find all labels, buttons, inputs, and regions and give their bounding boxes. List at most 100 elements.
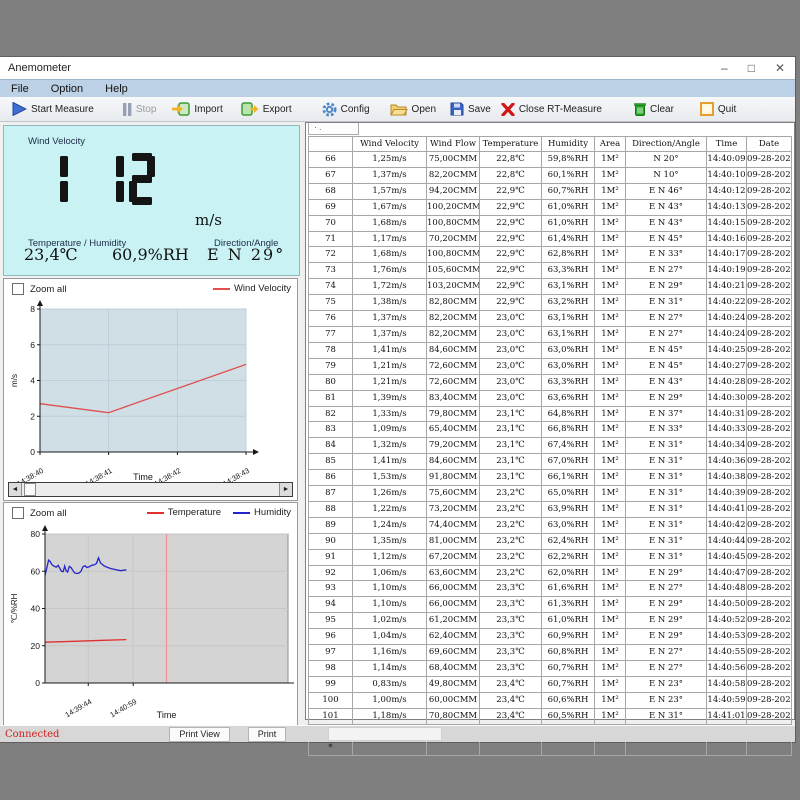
table-cell[interactable]: 1M² [595,708,626,724]
table-cell[interactable]: 23,3℃ [480,645,542,661]
table-cell[interactable] [542,740,595,756]
table-cell[interactable]: E N 29° [626,597,707,613]
table-panel-tab[interactable]: ·. [308,123,359,135]
table-cell[interactable]: 1M² [595,167,626,183]
row-header[interactable]: 81 [309,390,353,406]
new-row-marker[interactable]: * [309,740,353,756]
table-cell[interactable]: 1,04m/s [353,629,427,645]
table-cell[interactable]: 09-28-2021 [747,661,792,677]
row-header[interactable]: 87 [309,486,353,502]
table-cell[interactable]: 14:40:42 [707,517,747,533]
table-cell[interactable]: E N 31° [626,438,707,454]
table-cell[interactable]: 1,67m/s [353,199,427,215]
table-cell[interactable]: 1,09m/s [353,422,427,438]
table-cell[interactable]: 14:40:17 [707,247,747,263]
table-cell[interactable]: 23,1℃ [480,438,542,454]
table-cell[interactable]: 23,1℃ [480,406,542,422]
table-cell[interactable]: 14:40:24 [707,326,747,342]
table-cell[interactable]: 1,14m/s [353,661,427,677]
export-button[interactable]: Export [241,102,292,116]
table-cell[interactable]: 14:40:28 [707,374,747,390]
table-cell[interactable]: 63,1%RH [542,311,595,327]
table-cell[interactable]: 100,20CMM [427,199,480,215]
table-cell[interactable]: 22,8℃ [480,167,542,183]
table-cell[interactable]: 22,9℃ [480,279,542,295]
table-cell[interactable]: E N 31° [626,470,707,486]
table-cell[interactable]: E N 45° [626,231,707,247]
table-cell[interactable]: 82,20CMM [427,326,480,342]
row-header[interactable]: 72 [309,247,353,263]
table-cell[interactable]: 60,8%RH [542,645,595,661]
table-cell[interactable]: 14:40:38 [707,470,747,486]
menu-item-option[interactable]: Option [40,83,94,95]
table-cell[interactable]: 70,20CMM [427,231,480,247]
table-cell[interactable]: 14:41:01 [707,708,747,724]
table-cell[interactable]: 09-28-2021 [747,342,792,358]
quit-button[interactable]: Quit [700,102,736,116]
row-header[interactable]: 68 [309,183,353,199]
table-cell[interactable]: 1,21m/s [353,358,427,374]
table-cell[interactable]: 1,10m/s [353,581,427,597]
table-cell[interactable]: 62,40CMM [427,629,480,645]
table-cell[interactable]: 09-28-2021 [747,326,792,342]
table-cell[interactable] [595,740,626,756]
table-cell[interactable]: 65,0%RH [542,486,595,502]
table-cell[interactable]: 66,1%RH [542,470,595,486]
table-cell[interactable]: 09-28-2021 [747,167,792,183]
table-cell[interactable]: 1M² [595,692,626,708]
table-cell[interactable]: 1M² [595,454,626,470]
table-cell[interactable]: 23,0℃ [480,326,542,342]
table-cell[interactable]: 22,9℃ [480,295,542,311]
table-cell[interactable]: 1,21m/s [353,374,427,390]
table-cell[interactable]: 1M² [595,581,626,597]
table-cell[interactable]: 1,68m/s [353,215,427,231]
table-cell[interactable]: 23,1℃ [480,470,542,486]
table-cell[interactable]: 23,2℃ [480,565,542,581]
table-cell[interactable]: E N 27° [626,311,707,327]
table-cell[interactable]: 1M² [595,279,626,295]
table-cell[interactable]: 1M² [595,549,626,565]
table-cell[interactable]: 60,00CMM [427,692,480,708]
column-header[interactable]: Wind Velocity [353,137,427,152]
row-header[interactable]: 95 [309,613,353,629]
table-cell[interactable]: 64,8%RH [542,406,595,422]
column-header[interactable]: Temperature [480,137,542,152]
table-cell[interactable]: 14:40:12 [707,183,747,199]
table-cell[interactable]: 66,00CMM [427,597,480,613]
row-header[interactable]: 79 [309,358,353,374]
table-cell[interactable]: 105,60CMM [427,263,480,279]
table-cell[interactable]: 1,16m/s [353,645,427,661]
table-cell[interactable]: 1M² [595,565,626,581]
table-cell[interactable]: 09-28-2021 [747,152,792,168]
table-cell[interactable]: 23,0℃ [480,342,542,358]
table-cell[interactable]: 59,8%RH [542,152,595,168]
table-cell[interactable]: 63,0%RH [542,342,595,358]
table-cell[interactable]: 75,00CMM [427,152,480,168]
row-header[interactable]: 73 [309,263,353,279]
config-button[interactable]: Config [322,102,370,117]
table-cell[interactable]: 1M² [595,597,626,613]
table-cell[interactable]: 23,2℃ [480,517,542,533]
table-cell[interactable]: E N 27° [626,645,707,661]
row-header[interactable]: 89 [309,517,353,533]
row-header[interactable]: 71 [309,231,353,247]
row-header[interactable]: 88 [309,501,353,517]
table-cell[interactable]: 1M² [595,645,626,661]
table-cell[interactable]: 14:40:58 [707,676,747,692]
table-cell[interactable]: 81,00CMM [427,533,480,549]
table-cell[interactable]: 09-28-2021 [747,295,792,311]
table-cell[interactable]: 23,2℃ [480,549,542,565]
table-cell[interactable]: 23,2℃ [480,533,542,549]
import-button[interactable]: Import [172,102,222,116]
table-cell[interactable]: E N 29° [626,279,707,295]
table-cell[interactable]: 23,4℃ [480,692,542,708]
table-cell[interactable]: 09-28-2021 [747,279,792,295]
table-cell[interactable]: E N 43° [626,215,707,231]
row-header[interactable]: 86 [309,470,353,486]
table-cell[interactable]: 14:40:47 [707,565,747,581]
table-cell[interactable]: 23,0℃ [480,374,542,390]
row-header[interactable]: 94 [309,597,353,613]
table-cell[interactable]: 61,20CMM [427,613,480,629]
table-cell[interactable]: 14:40:59 [707,692,747,708]
table-cell[interactable]: 1M² [595,231,626,247]
